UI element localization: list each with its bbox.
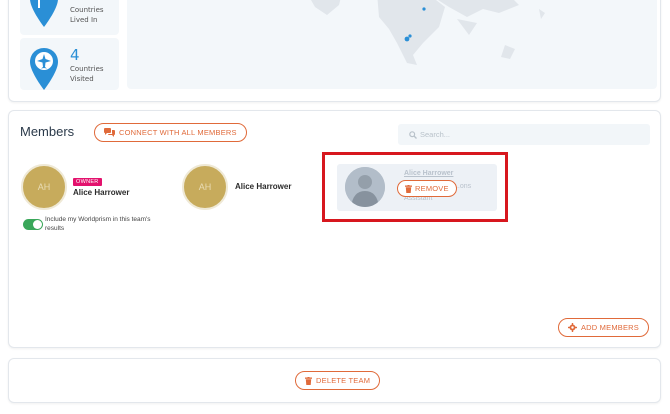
lived-in-label: Countries Lived In [70, 6, 104, 24]
owner-badge: OWNER [73, 178, 102, 186]
highlight-frame [322, 152, 508, 222]
delete-team-card: DELETE TEAM [8, 358, 661, 403]
gear-icon [567, 323, 577, 332]
members-card: Members CONNECT WITH ALL MEMBERS AH OWNE… [8, 110, 661, 348]
world-map[interactable] [127, 0, 657, 89]
flag-pin-icon [30, 0, 58, 27]
avatar[interactable]: AH [182, 164, 228, 210]
connect-with-all-members-label: CONNECT WITH ALL MEMBERS [119, 128, 237, 137]
member-search-input[interactable] [420, 130, 630, 139]
world-map-shapes [311, 0, 545, 65]
countries-visited-stat: 4 Countries Visited [20, 38, 119, 90]
countries-lived-in-stat: 5 Countries Lived In [20, 0, 119, 35]
delete-team-button[interactable]: DELETE TEAM [295, 371, 381, 390]
chat-bubbles-icon [104, 128, 115, 137]
members-title: Members [20, 124, 75, 139]
visited-count: 4 [70, 46, 80, 64]
avatar[interactable]: AH [21, 164, 67, 210]
delete-team-label: DELETE TEAM [316, 376, 371, 385]
lived-in-count: 5 [70, 0, 80, 3]
member-name[interactable]: Alice Harrower [235, 182, 291, 191]
trash-icon [305, 376, 312, 385]
member-search-box[interactable] [398, 124, 650, 145]
search-icon [409, 130, 417, 139]
include-worldprism-toggle[interactable] [23, 219, 43, 230]
connect-with-all-members-button[interactable]: CONNECT WITH ALL MEMBERS [94, 123, 247, 142]
add-members-button[interactable]: ADD MEMBERS [557, 318, 649, 337]
plane-pin-icon [30, 48, 58, 90]
stats-card: 5 Countries Lived In 4 Countries Visited [8, 0, 661, 102]
add-members-label: ADD MEMBERS [580, 323, 639, 332]
include-worldprism-label: Include my Worldprism in this team's res… [45, 216, 151, 232]
member-name[interactable]: Alice Harrower [73, 188, 129, 197]
visited-label: Countries Visited [70, 65, 104, 83]
